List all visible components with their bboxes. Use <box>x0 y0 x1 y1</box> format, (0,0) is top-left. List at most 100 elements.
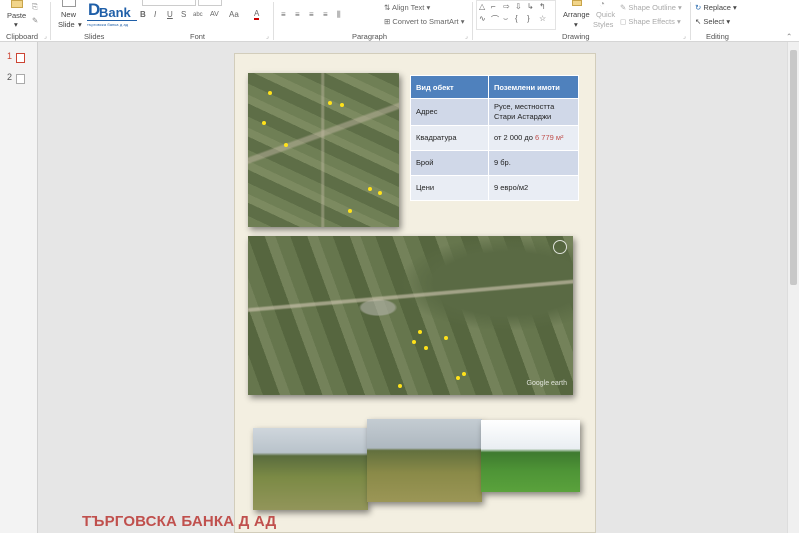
new-slide-button[interactable]: New Slide ▾ <box>56 0 84 31</box>
justify-icon[interactable]: ≡ <box>323 10 328 19</box>
map-pin-icon <box>368 187 372 191</box>
map-pin-icon <box>268 91 272 95</box>
line-shape-icon[interactable]: ⌐ <box>491 2 496 11</box>
drawing-launcher-icon[interactable]: ⌟ <box>683 33 686 40</box>
clipboard-launcher-icon[interactable]: ⌟ <box>44 33 47 40</box>
convert-smartart-label: Convert to SmartArt <box>392 17 459 26</box>
replace-label: Replace <box>703 3 731 12</box>
bent-arrow-shape-icon[interactable]: ↳ <box>527 2 534 11</box>
brace-left-icon[interactable]: { <box>515 14 518 23</box>
arrange-button[interactable]: Arrange ▾ <box>562 0 592 30</box>
bank-name-text: ТЪРГОВСКА БАНКА Д АД <box>82 513 277 530</box>
aerial-map-image-small[interactable] <box>248 73 399 227</box>
table-cell: 9 бр. <box>488 150 579 176</box>
map-pin-icon <box>462 372 466 376</box>
change-case-button[interactable]: Aa <box>229 10 239 19</box>
bold-button[interactable]: B <box>140 10 146 19</box>
triangle-shape-icon[interactable]: △ <box>479 2 485 11</box>
font-size-box[interactable] <box>198 0 222 6</box>
arrange-icon <box>572 0 582 6</box>
paragraph-launcher-icon[interactable]: ⌟ <box>465 33 468 40</box>
shape-outline-label: Shape Outline <box>628 3 676 12</box>
replace-button[interactable]: ↻ Replace ▾ <box>695 3 737 12</box>
convert-smartart-button[interactable]: ⊞ Convert to SmartArt ▾ <box>384 17 465 26</box>
callout-shape-icon[interactable]: ↰ <box>539 2 546 11</box>
map-pin-icon <box>424 346 428 350</box>
table-cell: Цени <box>410 175 489 201</box>
align-right-icon[interactable]: ≡ <box>309 10 314 19</box>
scrollbar-thumb[interactable] <box>790 50 797 285</box>
quick-styles-icon: ◔ <box>599 0 606 10</box>
clipboard-icon <box>11 0 23 8</box>
thumbnail-number: 1 <box>7 51 13 61</box>
vertical-scrollbar[interactable] <box>787 42 799 533</box>
aerial-map-image-large[interactable]: Google earth <box>248 236 573 395</box>
google-earth-watermark: Google earth <box>526 380 567 387</box>
slide-thumbnail-1[interactable] <box>16 53 25 63</box>
slide-thumbnail-2[interactable] <box>16 74 25 84</box>
curve-shape-icon[interactable]: ∿ <box>479 14 486 23</box>
table-cell-area: от 2 000 до 6 779 м² <box>488 125 579 151</box>
align-text-button[interactable]: ⇅ Align Text ▾ <box>384 3 430 12</box>
field-photo-3[interactable] <box>481 420 580 492</box>
separator <box>472 2 473 40</box>
italic-button[interactable]: I <box>154 10 156 19</box>
area-max-text: 6 779 м² <box>535 133 564 142</box>
ribbon: Paste ▾ ⎘ ✎ Clipboard ⌟ New Slide ▾ D Ba… <box>0 0 799 42</box>
down-arrow-shape-icon[interactable]: ⇩ <box>515 2 522 11</box>
star-shape-icon[interactable]: ☆ <box>539 14 546 23</box>
shape-outline-button[interactable]: ✎ Shape Outline ▾ <box>620 3 682 12</box>
align-left-icon[interactable]: ≡ <box>281 10 286 19</box>
table-row: Адрес Русе, местността Стари Астарджи <box>410 98 579 126</box>
paste-button[interactable]: Paste ▾ <box>4 0 30 30</box>
thumbnail-number: 2 <box>7 72 13 82</box>
underline-button[interactable]: U <box>167 10 173 19</box>
new-slide-label-2: Slide <box>58 20 75 29</box>
brace-right-icon[interactable]: } <box>527 14 530 23</box>
separator <box>690 2 691 40</box>
logo-subtitle: търговска банка д ад <box>87 22 129 27</box>
map-pin-icon <box>444 336 448 340</box>
map-pin-icon <box>418 330 422 334</box>
field-photo-2[interactable] <box>367 419 482 502</box>
field-photo-1[interactable] <box>253 428 368 510</box>
columns-icon[interactable]: ⫼ <box>337 10 341 20</box>
replace-icon: ↻ <box>695 3 702 12</box>
new-slide-label-1: New <box>61 10 77 19</box>
select-button[interactable]: ↖ Select ▾ <box>695 17 730 26</box>
align-center-icon[interactable]: ≡ <box>295 10 300 19</box>
align-text-label: Align Text <box>391 3 425 12</box>
group-label-editing: Editing <box>706 32 729 41</box>
quick-styles-label-2: Styles <box>593 20 614 29</box>
map-pin-icon <box>398 384 402 388</box>
quick-styles-button[interactable]: ◔ Quick Styles <box>593 0 617 30</box>
quick-styles-label-1: Quick <box>596 10 616 19</box>
logo-word-bank: Bank <box>99 5 131 20</box>
slide-thumbnails-pane: 1 2 <box>0 42 38 533</box>
shadow-button[interactable]: abc <box>193 12 203 18</box>
collapse-ribbon-icon[interactable]: ⌃ <box>786 32 792 41</box>
map-pin-icon <box>340 103 344 107</box>
font-color-button[interactable]: A <box>254 10 260 20</box>
format-painter-icon[interactable]: ✎ <box>32 16 38 25</box>
table-cell: Брой <box>410 150 489 176</box>
strikethrough-button[interactable]: S <box>181 10 186 19</box>
table-row: Цени 9 евро/м2 <box>410 175 579 201</box>
table-row: Квадратура от 2 000 до 6 779 м² <box>410 125 579 151</box>
map-pin-icon <box>284 143 288 147</box>
font-name-box[interactable] <box>142 0 196 6</box>
separator <box>50 2 51 40</box>
char-spacing-button[interactable]: AV <box>210 11 219 18</box>
connector-shape-icon[interactable]: ⌒ <box>491 14 499 25</box>
table-cell: Русе, местността Стари Астарджи <box>488 98 579 126</box>
cursor-icon: ↖ <box>695 17 702 26</box>
font-launcher-icon[interactable]: ⌟ <box>266 33 269 40</box>
shapes-gallery[interactable]: △ ⌐ ⇨ ⇩ ↳ ↰ ∿ ⌒ ⌣ { } ☆ <box>476 0 556 30</box>
copy-icon[interactable]: ⎘ <box>32 2 38 12</box>
separator <box>273 2 274 40</box>
table-cell: 9 евро/м2 <box>488 175 579 201</box>
group-label-clipboard: Clipboard <box>6 32 39 41</box>
arc-shape-icon[interactable]: ⌣ <box>503 14 508 24</box>
shape-effects-button[interactable]: ◻ Shape Effects ▾ <box>620 17 681 26</box>
arrow-shape-icon[interactable]: ⇨ <box>503 2 510 11</box>
